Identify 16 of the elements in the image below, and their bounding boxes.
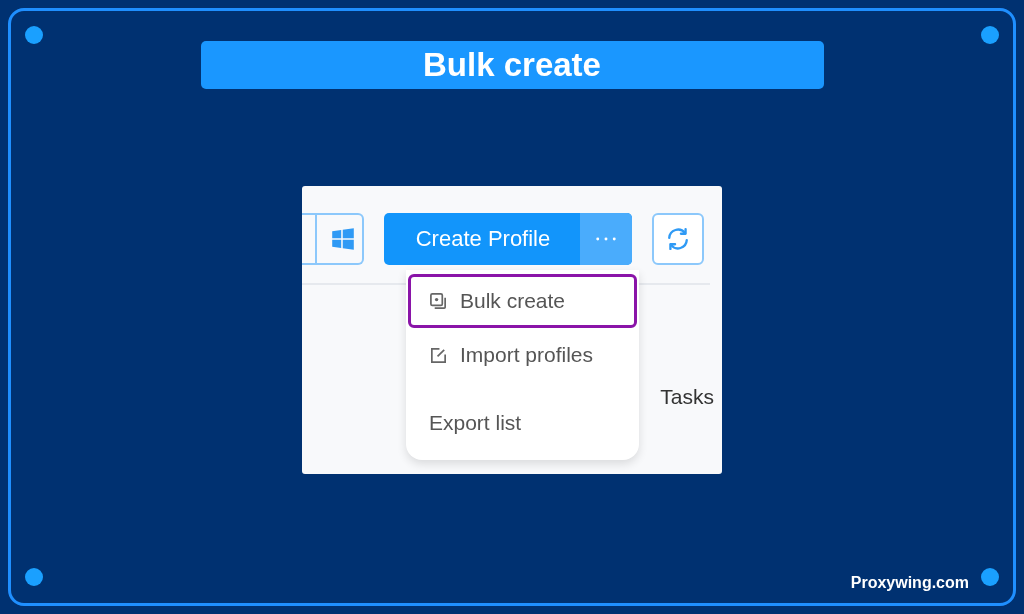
corner-dot-icon (981, 26, 999, 44)
tasks-label: Tasks (660, 385, 714, 409)
os-toggle[interactable] (302, 213, 364, 265)
menu-item[interactable]: Export list (408, 396, 637, 450)
windows-icon (331, 227, 355, 251)
corner-dot-icon (981, 568, 999, 586)
corner-dot-icon (25, 568, 43, 586)
more-icon (595, 236, 617, 242)
edit-icon (429, 345, 448, 365)
title-banner: Bulk create (200, 41, 824, 89)
refresh-button[interactable] (652, 213, 704, 265)
menu-item[interactable]: Bulk create (408, 274, 637, 328)
menu-item[interactable]: Import profiles (408, 328, 637, 382)
copy-icon (429, 291, 448, 311)
corner-dot-icon (25, 26, 43, 44)
site-name: Proxywing.com (850, 574, 969, 592)
